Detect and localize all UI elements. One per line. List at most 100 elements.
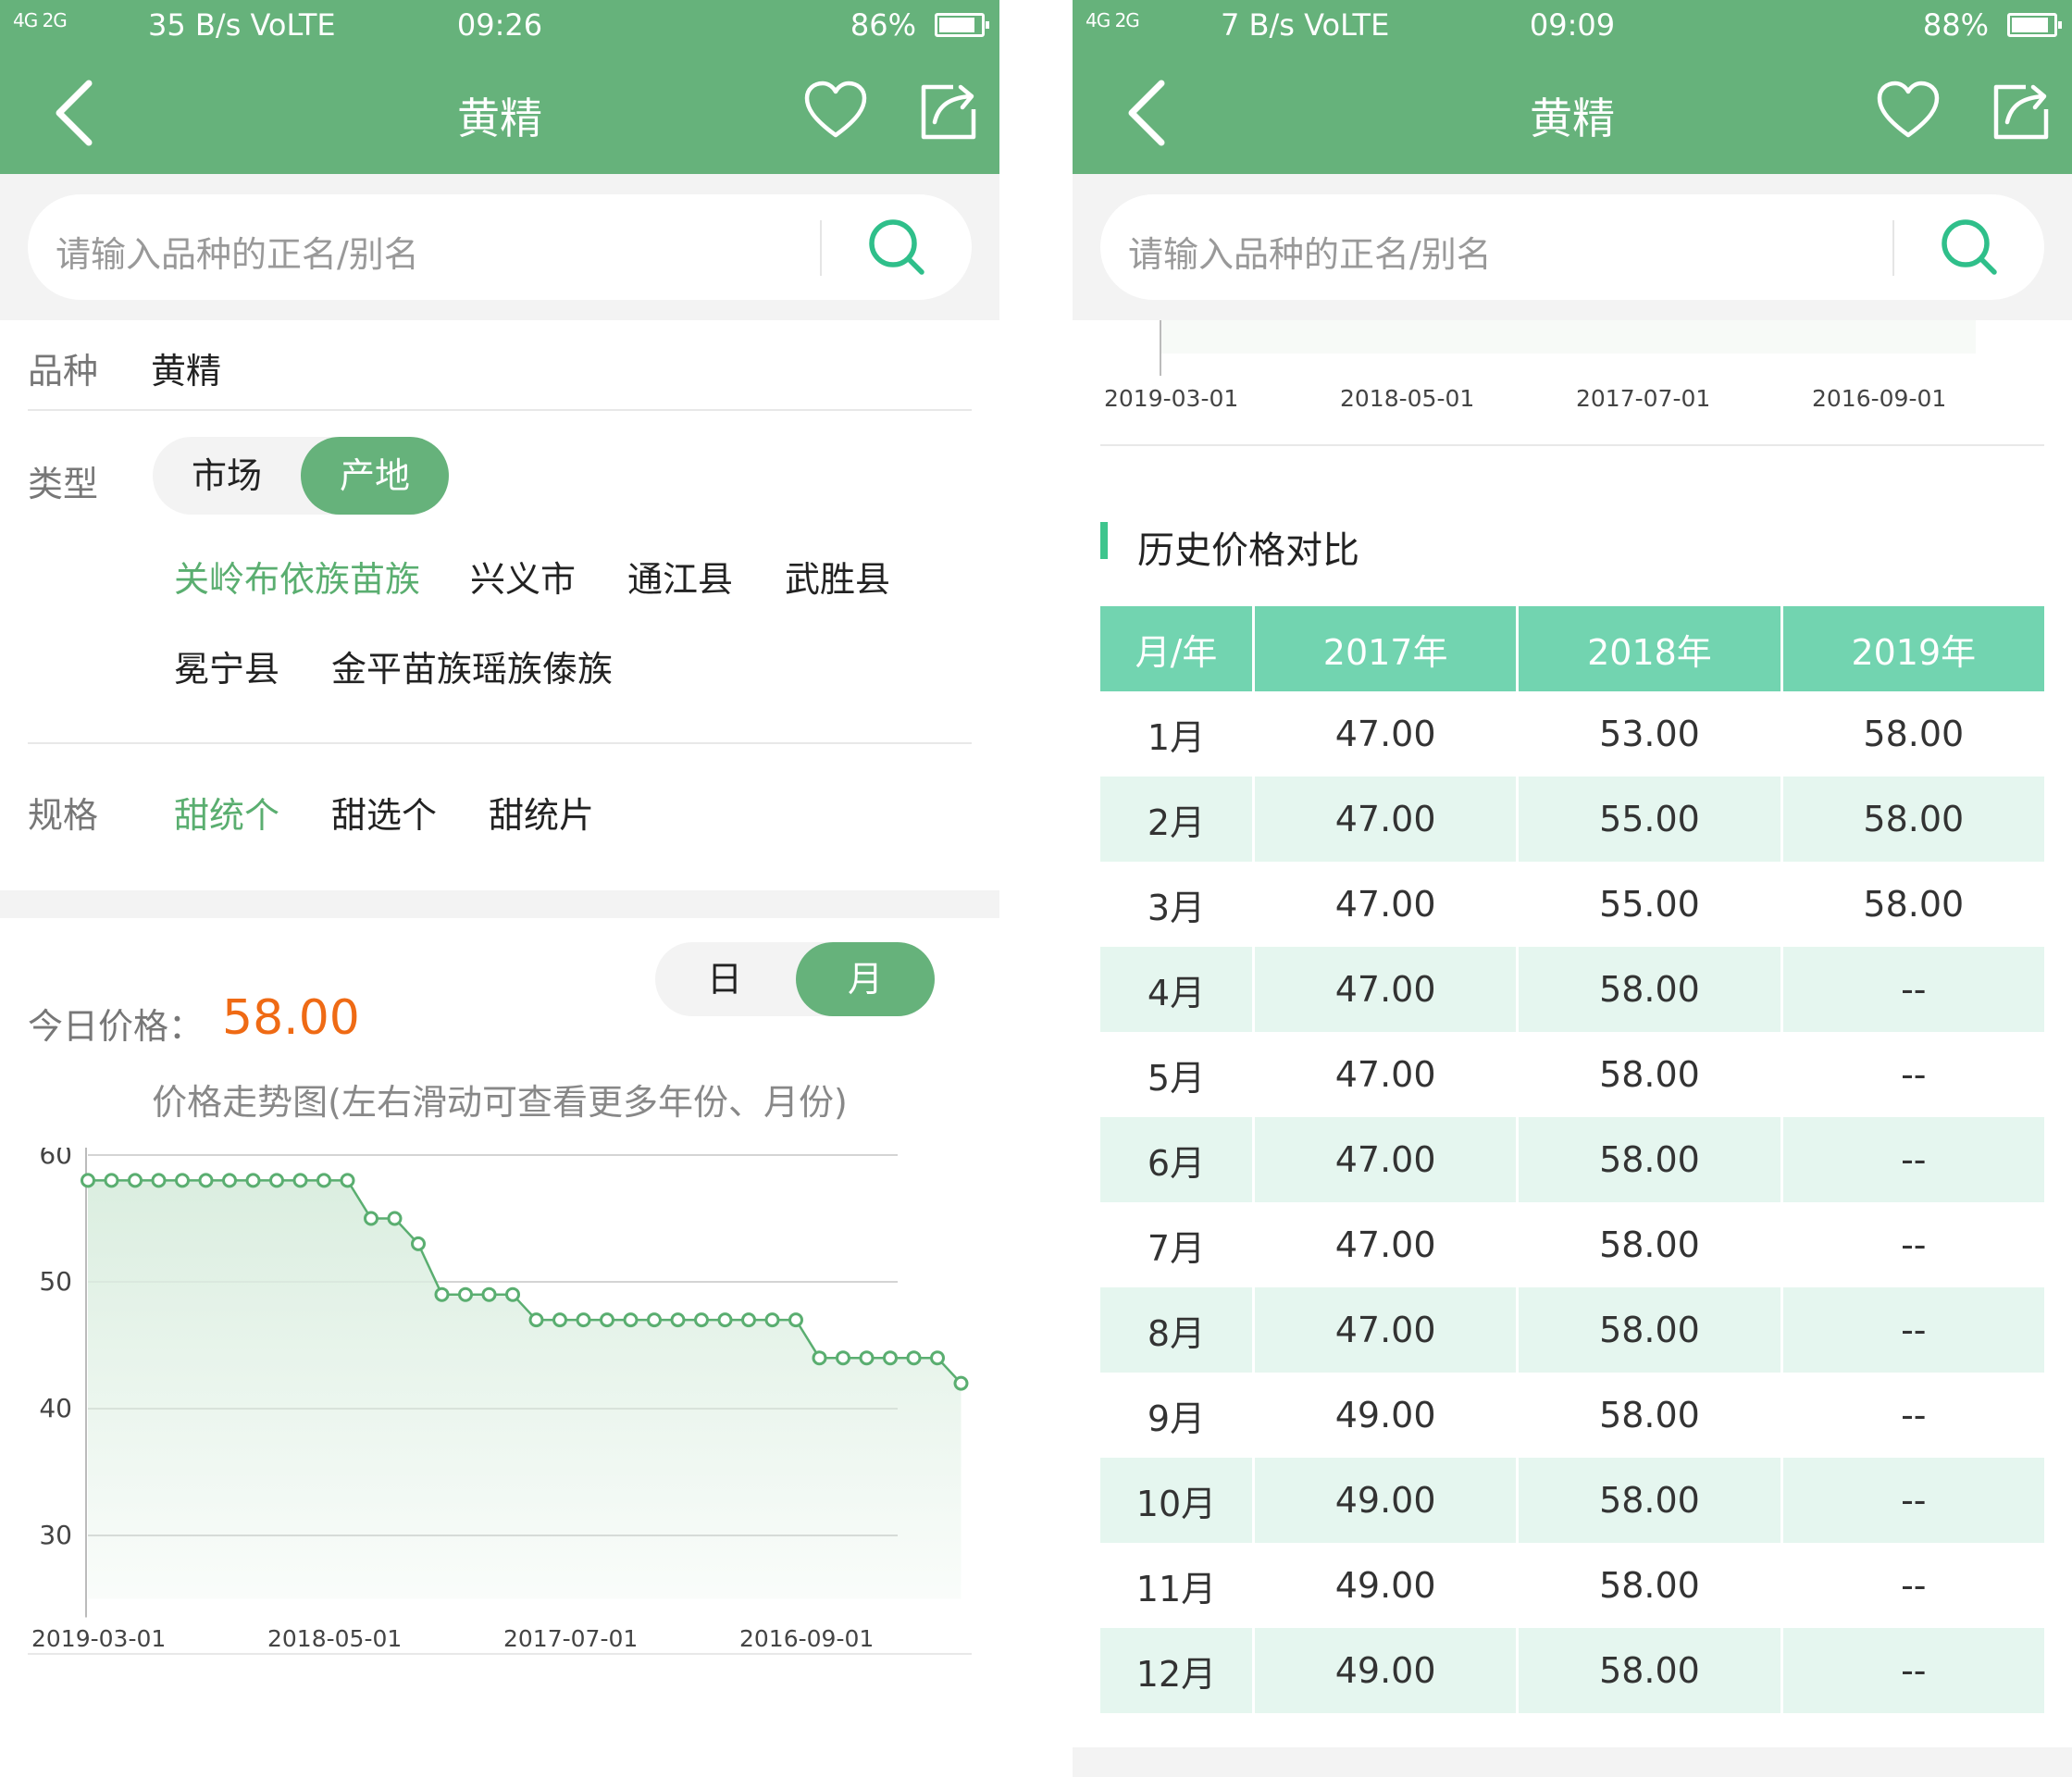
data-point: [883, 1350, 898, 1366]
type-option-origin[interactable]: 产地: [301, 437, 449, 515]
data-point: [528, 1312, 544, 1328]
chart-area-tail: [1161, 320, 1976, 354]
data-point: [316, 1173, 331, 1188]
x-tick-label: 2017-07-01: [1576, 385, 1711, 412]
heart-icon[interactable]: [803, 80, 868, 144]
data-point: [222, 1173, 237, 1188]
table-row: 4月 47.00 58.00 --: [1100, 947, 2044, 1032]
table-cell: 49.00: [1253, 1373, 1520, 1458]
origin-chip-jinping[interactable]: 金平苗族瑶族傣族: [331, 640, 613, 691]
table-cell: --: [1901, 1565, 1927, 1606]
search-divider: [1892, 220, 1894, 276]
search-input[interactable]: 请输入品种的正名/别名: [28, 194, 972, 300]
search-icon[interactable]: [864, 215, 929, 280]
table-header: 月/年: [1100, 606, 1255, 691]
search-placeholder: 请输入品种的正名/别名: [56, 234, 419, 275]
table-header: 2019年: [1781, 606, 2044, 691]
today-price-value: 58.00: [222, 990, 360, 1046]
table-row: 3月 47.00 55.00 58.00: [1100, 862, 2044, 947]
table-cell: 55.00: [1517, 777, 1783, 862]
y-tick-label: 30: [39, 1520, 72, 1550]
x-tick-label: 2017-07-01: [503, 1624, 639, 1652]
origin-chip-guanling[interactable]: 关岭布依族苗族: [174, 551, 420, 602]
table-cell: 9月: [1100, 1373, 1255, 1458]
y-tick-label: 60: [39, 1148, 72, 1170]
spec-chip-tongge[interactable]: 甜统个: [174, 787, 279, 838]
battery-icon: [935, 13, 989, 37]
table-row: 12月 49.00 58.00 --: [1100, 1628, 2044, 1713]
table-cell: 3月: [1100, 862, 1255, 947]
x-tick-label: 2018-05-01: [267, 1624, 403, 1652]
battery-percent: 88%: [1922, 7, 1989, 43]
table-cell: --: [1781, 1287, 2044, 1373]
data-point: [670, 1312, 686, 1328]
table-header: 2017年: [1253, 606, 1520, 691]
data-point: [812, 1350, 827, 1366]
price-trend-chart[interactable]: 60 50 40 30: [0, 1148, 999, 1666]
table-row: 9月 49.00 58.00 --: [1100, 1373, 2044, 1458]
table-cell: --: [1781, 947, 2044, 1032]
price-area: [88, 1180, 962, 1599]
table-cell: 58.00: [1517, 1202, 1783, 1287]
origin-chip-wusheng[interactable]: 武胜县: [785, 551, 890, 602]
table-cell: 47.00: [1253, 777, 1520, 862]
left-screen: 4G 2G 35 B/s VoLTE 09:26 86% 黄精 请输入品种的正名…: [0, 0, 999, 1777]
share-icon[interactable]: [1989, 80, 2053, 144]
table-row: 8月 47.00 58.00 --: [1100, 1287, 2044, 1373]
table-cell: 58.00: [1781, 777, 2044, 862]
data-point: [906, 1350, 922, 1366]
variety-value: 黄精: [151, 351, 222, 391]
origin-chip-tongjiang[interactable]: 通江县: [627, 551, 733, 602]
section-title: 历史价格对比: [1137, 529, 1359, 572]
heart-icon[interactable]: [1876, 80, 1941, 144]
x-tick-label: 2016-09-01: [1812, 385, 1947, 412]
data-point: [552, 1312, 567, 1328]
search-placeholder: 请输入品种的正名/别名: [1128, 234, 1492, 275]
origin-chip-xingyi[interactable]: 兴义市: [470, 551, 576, 602]
spec-chip-tongpian[interactable]: 甜统片: [489, 787, 594, 838]
table-row: 6月 47.00 58.00 --: [1100, 1117, 2044, 1202]
search-area: 请输入品种的正名/别名: [1073, 174, 2072, 320]
y-tick-label: 40: [39, 1393, 72, 1423]
period-option-month[interactable]: 月: [796, 942, 935, 1016]
data-point: [411, 1236, 426, 1251]
spec-chip-xuange[interactable]: 甜选个: [331, 787, 437, 838]
data-point: [836, 1350, 850, 1366]
data-point: [245, 1173, 261, 1188]
table-cell: 10月: [1100, 1458, 1255, 1543]
section-gap: [0, 890, 999, 918]
table-row: 2月 47.00 55.00 58.00: [1100, 777, 2044, 862]
table-cell: --: [1901, 1054, 1927, 1095]
data-point: [647, 1312, 662, 1328]
search-icon[interactable]: [1937, 215, 2002, 280]
table-cell: 7月: [1100, 1202, 1255, 1287]
table-header: 2018年: [1517, 606, 1783, 691]
x-tick-label: 2019-03-01: [31, 1624, 167, 1652]
table-cell: 47.00: [1253, 691, 1520, 777]
table-cell: 58.00: [1517, 1117, 1783, 1202]
origin-chip-mianning[interactable]: 冕宁县: [174, 640, 279, 691]
app-bar: 黄精: [1073, 52, 2072, 174]
search-input[interactable]: 请输入品种的正名/别名: [1100, 194, 2044, 300]
share-icon[interactable]: [916, 80, 981, 144]
table-cell: 47.00: [1253, 947, 1520, 1032]
table-cell: 58.00: [1517, 1628, 1783, 1713]
table-cell: 6月: [1100, 1117, 1255, 1202]
x-tick-label: 2018-05-01: [1340, 385, 1475, 412]
data-point: [81, 1173, 95, 1188]
spec-label: 规格: [28, 795, 99, 836]
period-option-day[interactable]: 日: [655, 942, 794, 1016]
data-point: [387, 1211, 403, 1226]
type-toggle: 市场 产地: [153, 437, 449, 515]
type-option-market[interactable]: 市场: [153, 437, 301, 515]
table-cell: 58.00: [1863, 884, 1965, 925]
table-cell: 49.00: [1253, 1458, 1520, 1543]
table-cell: 11月: [1100, 1543, 1255, 1628]
table-cell: --: [1781, 1628, 2044, 1713]
data-point: [151, 1173, 167, 1188]
table-row: 1月 47.00 53.00 58.00: [1100, 691, 2044, 777]
data-point: [764, 1312, 780, 1328]
table-cell: 8月: [1100, 1287, 1255, 1373]
table-cell: 49.00: [1253, 1543, 1520, 1628]
table-cell: 58.00: [1863, 714, 1965, 754]
